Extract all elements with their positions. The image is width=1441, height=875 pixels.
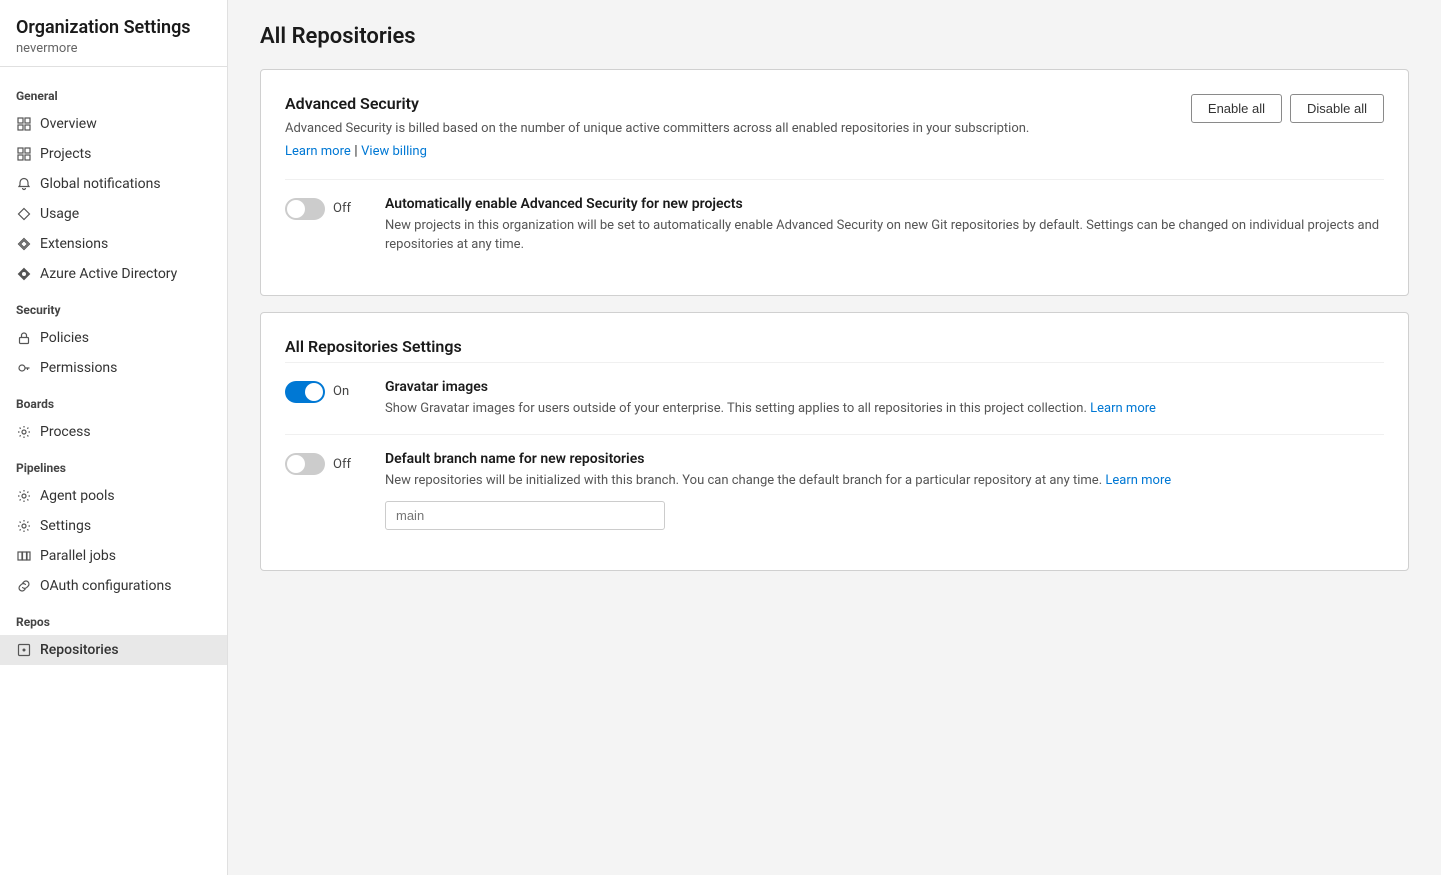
- toggle-gravatar-images[interactable]: [285, 381, 325, 403]
- sidebar-item-policies[interactable]: Policies: [0, 323, 227, 353]
- process-icon: [16, 424, 32, 440]
- sidebar-item-agent-pools[interactable]: Agent pools: [0, 481, 227, 511]
- global-notifications-icon: [16, 176, 32, 192]
- setting-title-auto-enable-advanced-security: Automatically enable Advanced Security f…: [385, 196, 1384, 212]
- sidebar-item-label-permissions: Permissions: [40, 360, 117, 376]
- link-view-billing[interactable]: View billing: [361, 144, 427, 159]
- toggle-container-gravatar-images: On: [285, 379, 365, 403]
- setting-link-default-branch-name[interactable]: Learn more: [1105, 473, 1171, 488]
- card-header-all-repositories-settings: All Repositories Settings: [285, 337, 1384, 362]
- setting-title-default-branch-name: Default branch name for new repositories: [385, 451, 1384, 467]
- agent-pools-icon: [16, 488, 32, 504]
- setting-row-gravatar-images: On Gravatar images Show Gravatar images fo…: [285, 362, 1384, 435]
- setting-content-auto-enable-advanced-security: Automatically enable Advanced Security f…: [385, 196, 1384, 255]
- sidebar-section-general: General: [0, 75, 227, 109]
- sidebar-item-process[interactable]: Process: [0, 417, 227, 447]
- sidebar-item-extensions[interactable]: Extensions: [0, 229, 227, 259]
- sidebar-subtitle: nevermore: [16, 41, 211, 56]
- sidebar-item-label-parallel-jobs: Parallel jobs: [40, 548, 116, 564]
- sidebar-item-label-overview: Overview: [40, 116, 97, 132]
- usage-icon: [16, 206, 32, 222]
- main-content: All Repositories Advanced SecurityAdvanc…: [228, 0, 1441, 875]
- link-learn-more[interactable]: Learn more: [285, 144, 351, 159]
- card-left-all-repositories-settings: All Repositories Settings: [285, 337, 462, 362]
- btn-group-advanced-security: Enable all Disable all: [1191, 94, 1384, 123]
- setting-title-gravatar-images: Gravatar images: [385, 379, 1384, 395]
- toggle-auto-enable-advanced-security[interactable]: [285, 198, 325, 220]
- sidebar-section-repos: Repos: [0, 601, 227, 635]
- sidebar-section-security: Security: [0, 289, 227, 323]
- sidebar-item-label-global-notifications: Global notifications: [40, 176, 161, 192]
- sidebar-item-label-agent-pools: Agent pools: [40, 488, 115, 504]
- sidebar: Organization Settings nevermore General O…: [0, 0, 228, 875]
- sidebar-item-projects[interactable]: Projects: [0, 139, 227, 169]
- sidebar-item-azure-active-directory[interactable]: Azure Active Directory: [0, 259, 227, 289]
- setting-row-auto-enable-advanced-security: Off Automatically enable Advanced Securit…: [285, 179, 1384, 271]
- policies-icon: [16, 330, 32, 346]
- sidebar-item-label-projects: Projects: [40, 146, 91, 162]
- toggle-knob-default-branch-name: [287, 455, 305, 473]
- sidebar-item-permissions[interactable]: Permissions: [0, 353, 227, 383]
- disable-all-button[interactable]: Disable all: [1290, 94, 1384, 123]
- sidebar-item-label-repositories: Repositories: [40, 642, 119, 658]
- parallel-jobs-icon: [16, 548, 32, 564]
- card-links-advanced-security: Learn more | View billing: [285, 143, 1029, 159]
- branch-name-input[interactable]: [385, 501, 665, 530]
- sidebar-item-label-usage: Usage: [40, 206, 79, 222]
- settings-icon: [16, 518, 32, 534]
- sidebar-item-settings[interactable]: Settings: [0, 511, 227, 541]
- toggle-knob-gravatar-images: [305, 383, 323, 401]
- repositories-icon: [16, 642, 32, 658]
- sidebar-item-repositories[interactable]: Repositories: [0, 635, 227, 665]
- projects-icon: [16, 146, 32, 162]
- sidebar-item-label-process: Process: [40, 424, 91, 440]
- sidebar-section-boards: Boards: [0, 383, 227, 417]
- enable-all-button[interactable]: Enable all: [1191, 94, 1282, 123]
- setting-desc-auto-enable-advanced-security: New projects in this organization will b…: [385, 216, 1384, 255]
- card-advanced-security: Advanced Security Advanced Security is bi…: [260, 69, 1409, 296]
- sidebar-item-label-settings: Settings: [40, 518, 91, 534]
- card-desc-advanced-security: Advanced Security is billed based on the…: [285, 119, 1029, 139]
- sidebar-item-label-extensions: Extensions: [40, 236, 108, 252]
- oauth-configurations-icon: [16, 578, 32, 594]
- setting-content-gravatar-images: Gravatar images Show Gravatar images for …: [385, 379, 1384, 419]
- setting-row-default-branch-name: Off Default branch name for new repositor…: [285, 434, 1384, 546]
- sidebar-header: Organization Settings nevermore: [0, 0, 227, 67]
- toggle-default-branch-name[interactable]: [285, 453, 325, 475]
- toggle-container-default-branch-name: Off: [285, 451, 365, 475]
- sidebar-item-label-oauth-configurations: OAuth configurations: [40, 578, 171, 594]
- azure-active-directory-icon: [16, 266, 32, 282]
- card-all-repositories-settings: All Repositories Settings On Gravatar imag…: [260, 312, 1409, 571]
- sidebar-item-label-azure-active-directory: Azure Active Directory: [40, 266, 177, 282]
- sidebar-item-usage[interactable]: Usage: [0, 199, 227, 229]
- toggle-label-gravatar-images: On: [333, 384, 349, 399]
- toggle-label-auto-enable-advanced-security: Off: [333, 201, 351, 216]
- setting-desc-gravatar-images: Show Gravatar images for users outside o…: [385, 399, 1384, 419]
- card-title-advanced-security: Advanced Security: [285, 94, 1029, 113]
- toggle-container-auto-enable-advanced-security: Off: [285, 196, 365, 220]
- sidebar-section-pipelines: Pipelines: [0, 447, 227, 481]
- sidebar-item-parallel-jobs[interactable]: Parallel jobs: [0, 541, 227, 571]
- setting-content-default-branch-name: Default branch name for new repositories…: [385, 451, 1384, 530]
- permissions-icon: [16, 360, 32, 376]
- sidebar-item-overview[interactable]: Overview: [0, 109, 227, 139]
- page-title: All Repositories: [260, 24, 1409, 49]
- sidebar-item-label-policies: Policies: [40, 330, 89, 346]
- extensions-icon: [16, 236, 32, 252]
- card-header-advanced-security: Advanced Security Advanced Security is bi…: [285, 94, 1384, 179]
- overview-icon: [16, 116, 32, 132]
- setting-link-gravatar-images[interactable]: Learn more: [1090, 401, 1156, 416]
- toggle-label-default-branch-name: Off: [333, 457, 351, 472]
- sidebar-title: Organization Settings: [16, 16, 211, 39]
- setting-desc-default-branch-name: New repositories will be initialized wit…: [385, 471, 1384, 491]
- toggle-knob-auto-enable-advanced-security: [287, 200, 305, 218]
- card-left-advanced-security: Advanced Security Advanced Security is bi…: [285, 94, 1029, 179]
- sidebar-item-oauth-configurations[interactable]: OAuth configurations: [0, 571, 227, 601]
- card-title-all-repositories-settings: All Repositories Settings: [285, 337, 462, 356]
- sidebar-item-global-notifications[interactable]: Global notifications: [0, 169, 227, 199]
